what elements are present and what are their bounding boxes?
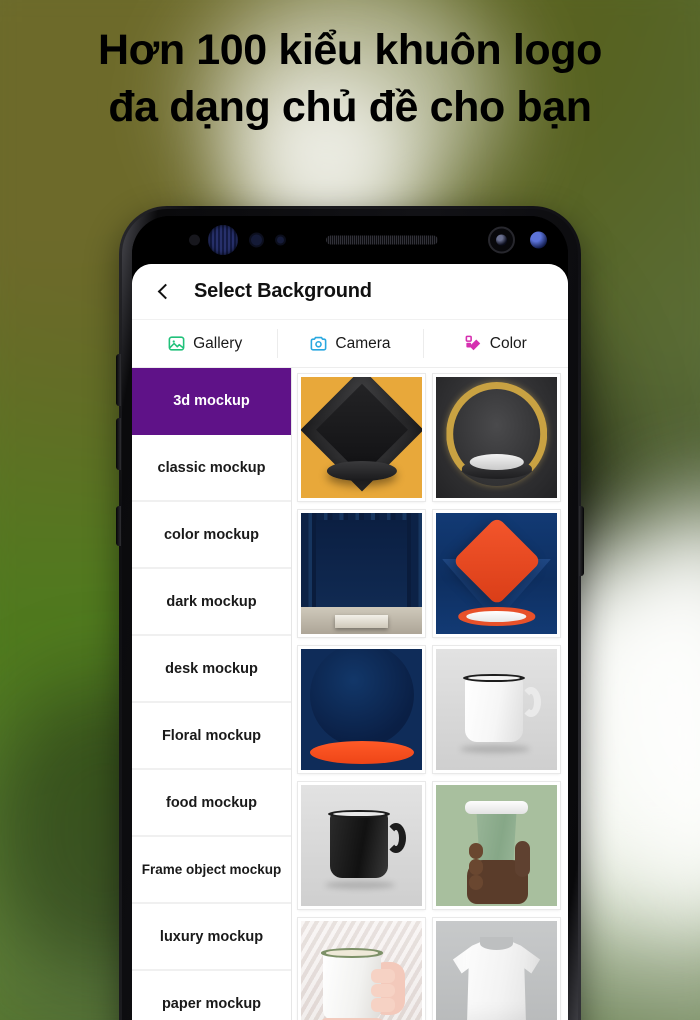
thumbnail-art	[301, 649, 422, 770]
thumbnail-white-tshirt[interactable]	[433, 918, 560, 1020]
thumbnail-art	[436, 921, 557, 1020]
sidebar-item-paper-mockup[interactable]: paper mockup	[132, 971, 291, 1020]
camera-icon	[311, 336, 327, 351]
page-title: Select Background	[194, 280, 372, 302]
sidebar-item-label: color mockup	[163, 526, 260, 543]
thumbnail-hands-white-mug[interactable]	[298, 918, 425, 1020]
proximity-sensor-icon	[189, 234, 200, 246]
thumbnail-art	[436, 649, 557, 770]
thumbnail-amber-diamond-podium[interactable]	[298, 374, 425, 501]
volume-up-button[interactable]	[116, 354, 121, 406]
headline-line-1: Hơn 100 kiểu khuôn logo	[98, 26, 602, 74]
app-bar: Select Background	[132, 264, 568, 320]
sidebar-item-food-mockup[interactable]: food mockup	[132, 770, 291, 837]
thumbnail-gold-arch-podium[interactable]	[433, 374, 560, 501]
category-sidebar[interactable]: 3d mockup classic mockup color mockup da…	[132, 368, 292, 1020]
ambient-light-sensor-icon	[249, 232, 264, 248]
background-thumbnail-grid	[292, 368, 568, 1020]
thumbnail-art	[301, 377, 422, 498]
phone-screen: Select Background Gallery Camera Color 3…	[132, 216, 568, 1020]
thumbnail-white-enamel-mug[interactable]	[433, 646, 560, 773]
headline-line-2: đa dạng chủ đề cho bạn	[108, 83, 592, 132]
source-tabs: Gallery Camera Color	[132, 320, 568, 368]
iris-scanner-icon	[208, 225, 238, 255]
tab-gallery[interactable]: Gallery	[132, 320, 277, 367]
thumbnail-art	[436, 377, 557, 498]
assistant-button[interactable]	[116, 506, 121, 546]
thumbnail-navy-curtain-platform[interactable]	[298, 510, 425, 637]
thumbnail-hand-green-cup[interactable]	[433, 782, 560, 909]
chevron-left-icon	[157, 283, 173, 300]
sidebar-item-label: classic mockup	[157, 459, 266, 476]
sidebar-item-label: food mockup	[165, 794, 258, 811]
screenshot-stage: Hơn 100 kiểu khuôn logo đa dạng chủ đề c…	[0, 0, 700, 1020]
sidebar-item-dark-mockup[interactable]: dark mockup	[132, 569, 291, 636]
front-camera-icon	[488, 226, 515, 254]
thumbnail-black-enamel-mug[interactable]	[298, 782, 425, 909]
ir-sensor-icon	[275, 234, 286, 246]
thumbnail-blue-orange-diamond[interactable]	[433, 510, 560, 637]
earpiece-speaker-icon	[326, 235, 438, 245]
tab-gallery-label: Gallery	[193, 334, 243, 352]
sidebar-item-3d-mockup[interactable]: 3d mockup	[132, 368, 291, 435]
tab-camera[interactable]: Camera	[277, 320, 422, 367]
power-button[interactable]	[579, 506, 584, 576]
thumbnail-navy-circle-orange-ellipse[interactable]	[298, 646, 425, 773]
sidebar-item-color-mockup[interactable]: color mockup	[132, 502, 291, 569]
content-area: 3d mockup classic mockup color mockup da…	[132, 368, 568, 1020]
sidebar-item-label: dark mockup	[166, 593, 257, 610]
sidebar-item-classic-mockup[interactable]: classic mockup	[132, 435, 291, 502]
sidebar-item-label: Frame object mockup	[141, 862, 282, 877]
sidebar-item-label: 3d mockup	[173, 392, 250, 409]
promo-headline: Hơn 100 kiểu khuôn logo đa dạng chủ đề c…	[0, 22, 700, 136]
thumbnail-art	[301, 921, 422, 1020]
sidebar-item-label: Floral mockup	[161, 727, 262, 744]
thumbnail-art	[301, 785, 422, 906]
sidebar-item-label: paper mockup	[161, 995, 262, 1012]
image-icon	[168, 336, 185, 351]
sidebar-item-floral-mockup[interactable]: Floral mockup	[132, 703, 291, 770]
app-viewport: Select Background Gallery Camera Color 3…	[132, 264, 568, 1020]
phone-mockup: Select Background Gallery Camera Color 3…	[116, 206, 584, 1020]
color-palette-icon	[465, 335, 481, 351]
sidebar-item-label: desk mockup	[165, 660, 258, 677]
notification-led-icon	[530, 231, 547, 249]
sidebar-item-luxury-mockup[interactable]: luxury mockup	[132, 904, 291, 971]
tab-camera-label: Camera	[335, 334, 391, 352]
back-button[interactable]	[146, 275, 180, 309]
tab-color-label: Color	[489, 334, 527, 352]
sidebar-item-desk-mockup[interactable]: desk mockup	[132, 636, 291, 703]
thumbnail-art	[301, 513, 422, 634]
sensor-strip	[132, 216, 568, 264]
volume-down-button[interactable]	[116, 418, 121, 470]
thumbnail-art	[436, 785, 557, 906]
tab-color[interactable]: Color	[422, 320, 568, 367]
thumbnail-art	[436, 513, 557, 634]
sidebar-item-label: luxury mockup	[159, 928, 264, 945]
sidebar-item-frame-object-mockup[interactable]: Frame object mockup	[132, 837, 291, 904]
